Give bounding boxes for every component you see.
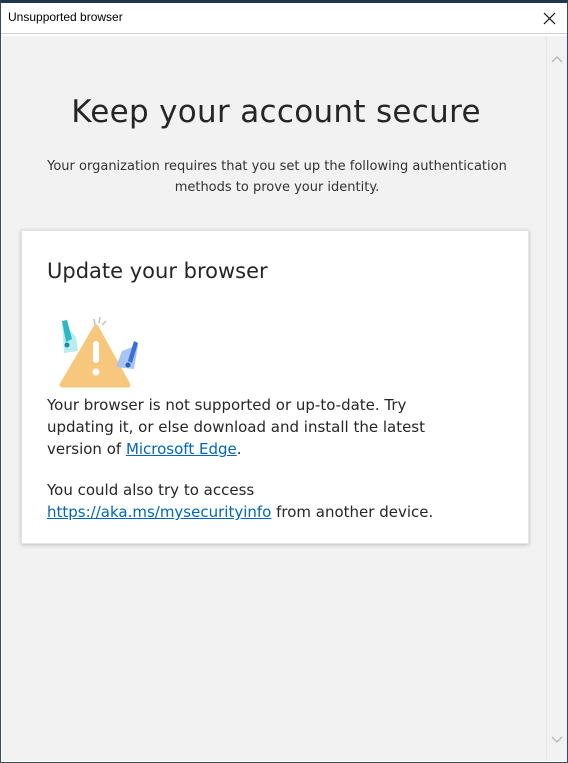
scroll-down-button[interactable] [551, 734, 563, 746]
close-button[interactable] [537, 6, 561, 30]
card-title: Update your browser [47, 259, 268, 283]
alt-device-text: You could also try to access [47, 481, 255, 499]
page-title: Keep your account secure [71, 94, 481, 130]
content-area: Keep your account secure Your organizati… [2, 36, 546, 761]
browser-message-end: . [236, 440, 242, 458]
browser-message: Your browser is not supported or up-to-d… [47, 394, 427, 460]
window-title: Unsupported browser [8, 10, 123, 24]
microsoft-edge-link[interactable]: Microsoft Edge [126, 440, 237, 458]
vertical-scrollbar[interactable] [546, 36, 567, 761]
page-subtitle: Your organization requires that you set … [47, 159, 507, 195]
chevron-down-icon [551, 736, 563, 743]
title-bar: Unsupported browser [1, 3, 567, 34]
alt-device-message: You could also try to access https://aka… [47, 479, 517, 523]
chevron-up-icon [551, 56, 563, 63]
mysecurityinfo-link[interactable]: https://aka.ms/mysecurityinfo [47, 503, 271, 521]
scroll-up-button[interactable] [551, 53, 563, 65]
dialog-window: Unsupported browser Keep your account se… [0, 0, 568, 763]
update-browser-card: Update your browser Your browser is not … [21, 230, 529, 544]
close-icon [543, 12, 555, 24]
alt-device-end: from another device. [271, 503, 434, 521]
warning-illustration [59, 316, 138, 388]
